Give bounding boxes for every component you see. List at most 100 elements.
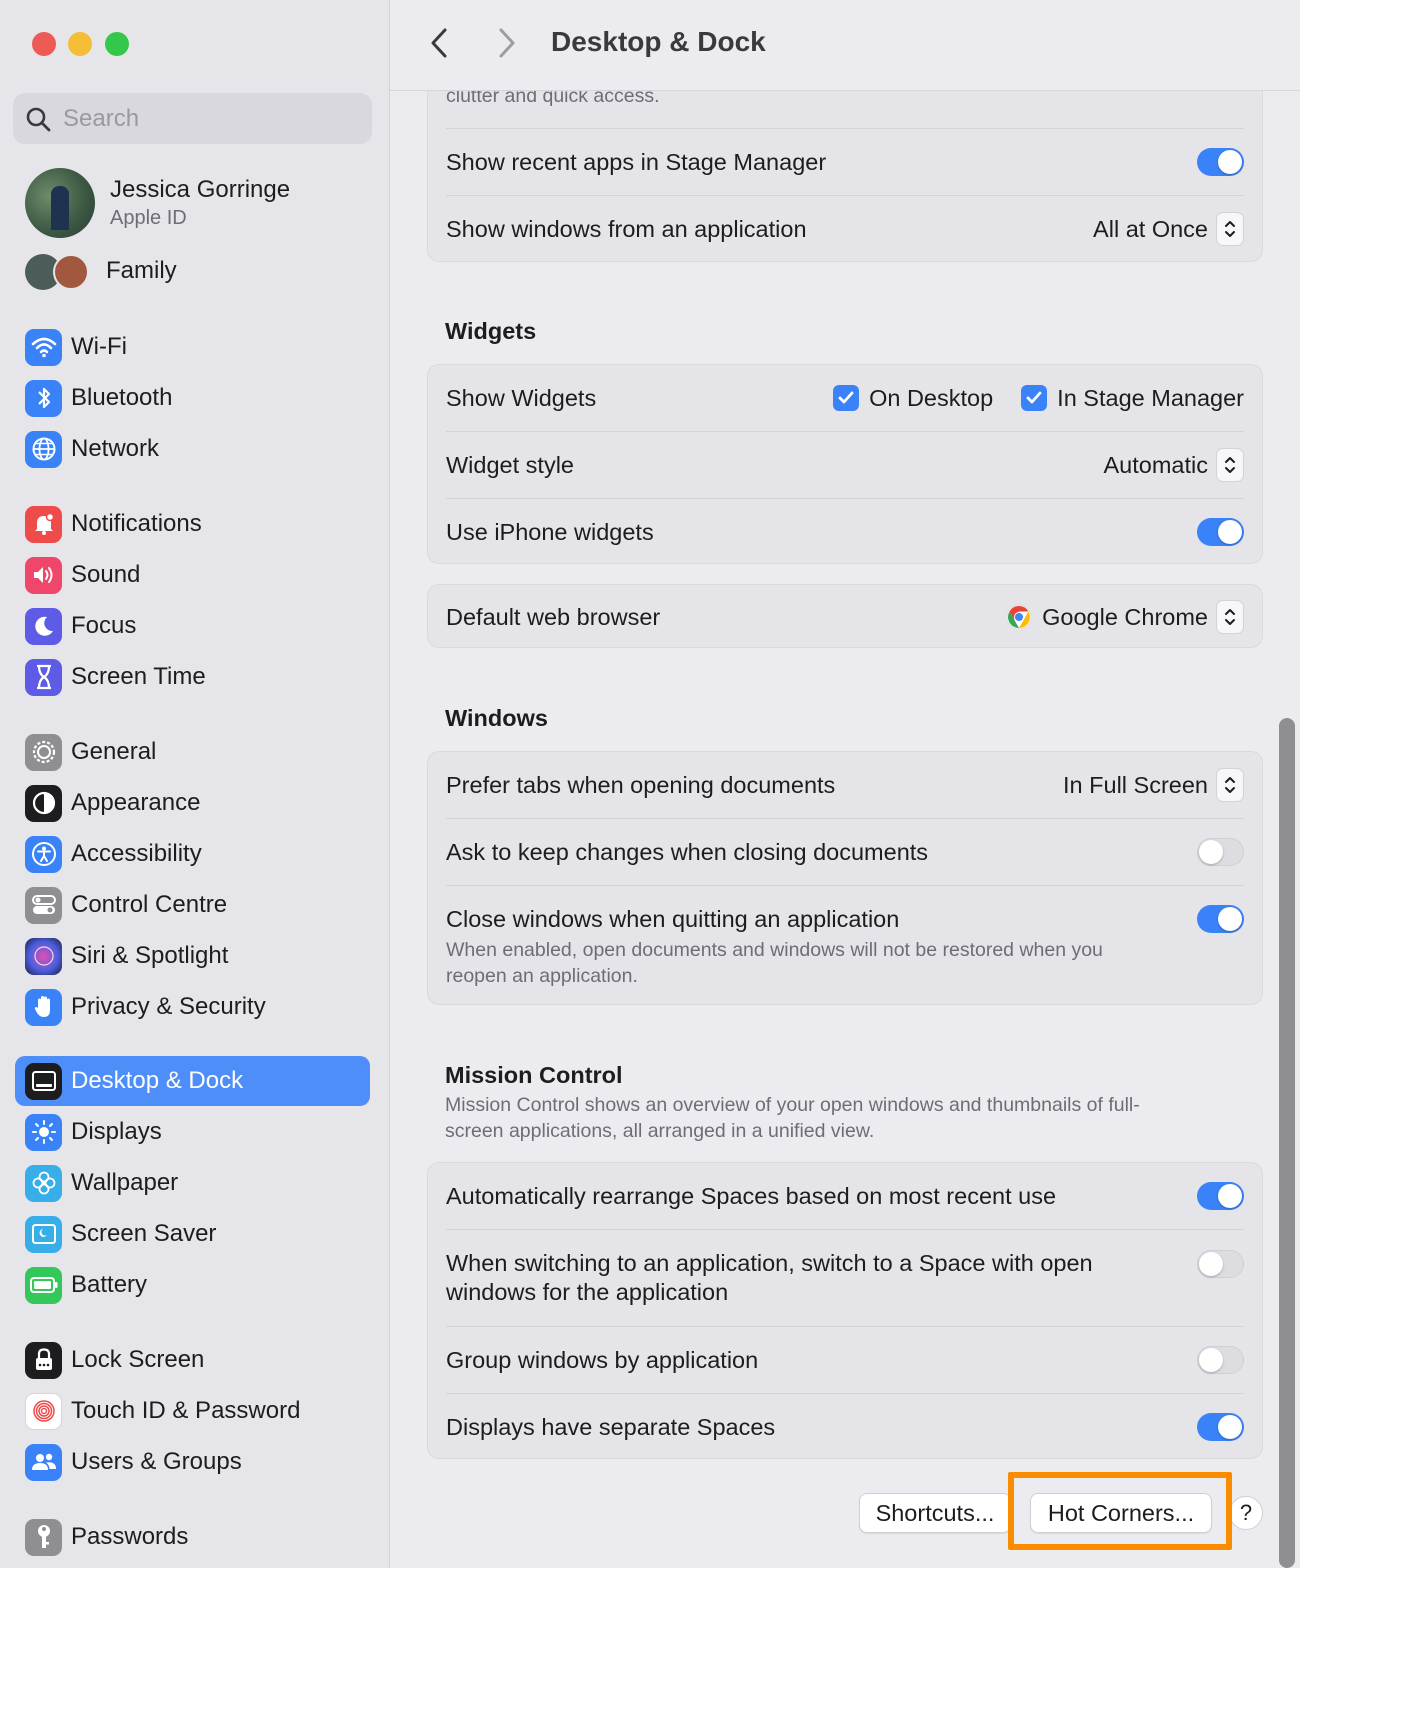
group-windows-row: Group windows by application [446, 1327, 1244, 1393]
zoom-window-button[interactable] [105, 32, 129, 56]
shortcuts-button[interactable]: Shortcuts... [859, 1493, 1011, 1533]
default-browser-label: Default web browser [446, 603, 661, 630]
sidebar-item-notifications[interactable]: Notifications [15, 499, 370, 549]
sidebar-item-displays[interactable]: Displays [15, 1107, 370, 1157]
sidebar-item-screen-saver[interactable]: Screen Saver [15, 1209, 370, 1259]
forward-button[interactable] [494, 26, 518, 65]
sidebar-item-bluetooth[interactable]: Bluetooth [15, 373, 370, 423]
scrollbar-thumb[interactable] [1279, 718, 1295, 1568]
show-windows-row: Show windows from an application All at … [446, 196, 1244, 262]
iphone-widgets-toggle[interactable] [1197, 518, 1244, 546]
sidebar-item-label: Lock Screen [71, 1346, 205, 1373]
in-stage-manager-checkbox[interactable]: In Stage Manager [1021, 385, 1244, 412]
sidebar: Jessica Gorringe Apple ID Family Wi-Fi B… [0, 0, 390, 1568]
separate-spaces-toggle[interactable] [1197, 1413, 1244, 1441]
ask-keep-changes-toggle[interactable] [1197, 838, 1244, 866]
show-recent-apps-toggle[interactable] [1197, 148, 1244, 176]
avatar [25, 168, 95, 238]
sidebar-item-sound[interactable]: Sound [15, 550, 370, 600]
sidebar-item-privacy-security[interactable]: Privacy & Security [15, 982, 370, 1032]
sidebar-item-focus[interactable]: Focus [15, 601, 370, 651]
sidebar-item-accessibility[interactable]: Accessibility [15, 829, 370, 879]
show-widgets-label: Show Widgets [446, 384, 597, 411]
hot-corners-button[interactable]: Hot Corners... [1030, 1493, 1212, 1533]
sidebar-item-label: Siri & Spotlight [71, 942, 229, 969]
show-recent-apps-label: Show recent apps in Stage Manager [446, 148, 827, 175]
sidebar-item-label: Touch ID & Password [71, 1397, 301, 1424]
widgets-header: Widgets [445, 318, 537, 344]
sidebar-item-control-centre[interactable]: Control Centre [15, 880, 370, 930]
profile-name: Jessica Gorringe [110, 176, 291, 203]
sidebar-item-wifi[interactable]: Wi-Fi [15, 322, 370, 372]
bluetooth-icon [25, 379, 62, 417]
sidebar-item-label: Screen Saver [71, 1220, 217, 1247]
minimize-window-button[interactable] [68, 32, 92, 56]
auto-rearrange-toggle[interactable] [1197, 1182, 1244, 1210]
prefer-tabs-popup[interactable]: In Full Screen [1063, 768, 1244, 802]
search-input[interactable] [63, 104, 343, 133]
close-windows-desc-line1: When enabled, open documents and windows… [446, 939, 1103, 961]
switch-space-toggle[interactable] [1197, 1250, 1244, 1278]
sidebar-item-touch-id-password[interactable]: Touch ID & Password [15, 1386, 370, 1436]
control-centre-icon [25, 886, 62, 924]
sidebar-item-battery[interactable]: Battery [15, 1260, 370, 1310]
widget-style-value: Automatic [1103, 451, 1209, 478]
sidebar-item-appearance[interactable]: Appearance [15, 778, 370, 828]
globe-icon [25, 430, 62, 468]
switch-space-label-line2: windows for the application [446, 1279, 729, 1305]
battery-icon [25, 1266, 62, 1304]
sidebar-item-network[interactable]: Network [15, 424, 370, 474]
close-window-button[interactable] [32, 32, 56, 56]
search-icon [26, 107, 51, 131]
search-field[interactable] [13, 93, 372, 144]
sidebar-item-wallpaper[interactable]: Wallpaper [15, 1158, 370, 1208]
separate-spaces-row: Displays have separate Spaces [446, 1394, 1244, 1460]
sidebar-item-siri-spotlight[interactable]: Siri & Spotlight [15, 931, 370, 981]
sidebar-item-desktop-dock[interactable]: Desktop & Dock [15, 1056, 370, 1106]
prefer-tabs-label: Prefer tabs when opening documents [446, 771, 836, 798]
default-browser-card: Default web browser Google Chrome [427, 584, 1263, 648]
sidebar-item-label: Network [71, 435, 160, 462]
back-button[interactable] [428, 26, 452, 65]
sidebar-item-label: Displays [71, 1118, 162, 1145]
sidebar-item-general[interactable]: General [15, 727, 370, 777]
sidebar-item-label: Appearance [71, 789, 201, 816]
fingerprint-icon [25, 1392, 62, 1430]
profile-subtitle: Apple ID [110, 207, 187, 229]
ask-keep-changes-label: Ask to keep changes when closing documen… [446, 838, 929, 865]
prefer-tabs-row: Prefer tabs when opening documents In Fu… [446, 752, 1244, 818]
widget-style-popup[interactable]: Automatic [1103, 448, 1244, 482]
chevron-right-icon [499, 28, 515, 58]
on-desktop-checkbox[interactable]: On Desktop [833, 385, 993, 412]
close-windows-label: Close windows when quitting an applicati… [446, 905, 900, 932]
close-windows-toggle[interactable] [1197, 905, 1244, 933]
main-content: Desktop & Dock clutter and quick access.… [390, 0, 1300, 1568]
sidebar-item-label: Battery [71, 1271, 148, 1298]
sidebar-item-family[interactable]: Family [25, 252, 177, 290]
widget-style-row: Widget style Automatic [446, 432, 1244, 498]
sidebar-item-screen-time[interactable]: Screen Time [15, 652, 370, 702]
prefer-tabs-value: In Full Screen [1063, 771, 1208, 798]
users-icon [25, 1443, 62, 1481]
sidebar-item-label: Sound [71, 561, 141, 588]
show-windows-popup[interactable]: All at Once [1093, 212, 1244, 246]
sidebar-item-users-groups[interactable]: Users & Groups [15, 1437, 370, 1487]
group-windows-toggle[interactable] [1197, 1346, 1244, 1374]
siri-icon [25, 937, 62, 975]
sidebar-item-label: Notifications [71, 510, 202, 537]
default-browser-value: Google Chrome [1042, 603, 1208, 630]
show-recent-apps-row: Show recent apps in Stage Manager [446, 129, 1244, 195]
sidebar-item-passwords[interactable]: Passwords [15, 1512, 370, 1562]
ask-keep-changes-row: Ask to keep changes when closing documen… [446, 819, 1244, 885]
on-desktop-label: On Desktop [869, 384, 994, 411]
default-browser-popup[interactable]: Google Chrome [1006, 600, 1244, 634]
close-windows-desc-line2: reopen an application. [446, 965, 638, 987]
auto-rearrange-label: Automatically rearrange Spaces based on … [446, 1182, 1057, 1209]
apple-id-profile[interactable]: Jessica Gorringe Apple ID [25, 168, 290, 238]
sidebar-item-label: Desktop & Dock [71, 1067, 244, 1094]
moon-icon [25, 607, 62, 645]
sidebar-item-label: Accessibility [71, 840, 202, 867]
show-windows-label: Show windows from an application [446, 215, 807, 242]
sidebar-item-lock-screen[interactable]: Lock Screen [15, 1335, 370, 1385]
help-button[interactable]: ? [1229, 1496, 1263, 1530]
